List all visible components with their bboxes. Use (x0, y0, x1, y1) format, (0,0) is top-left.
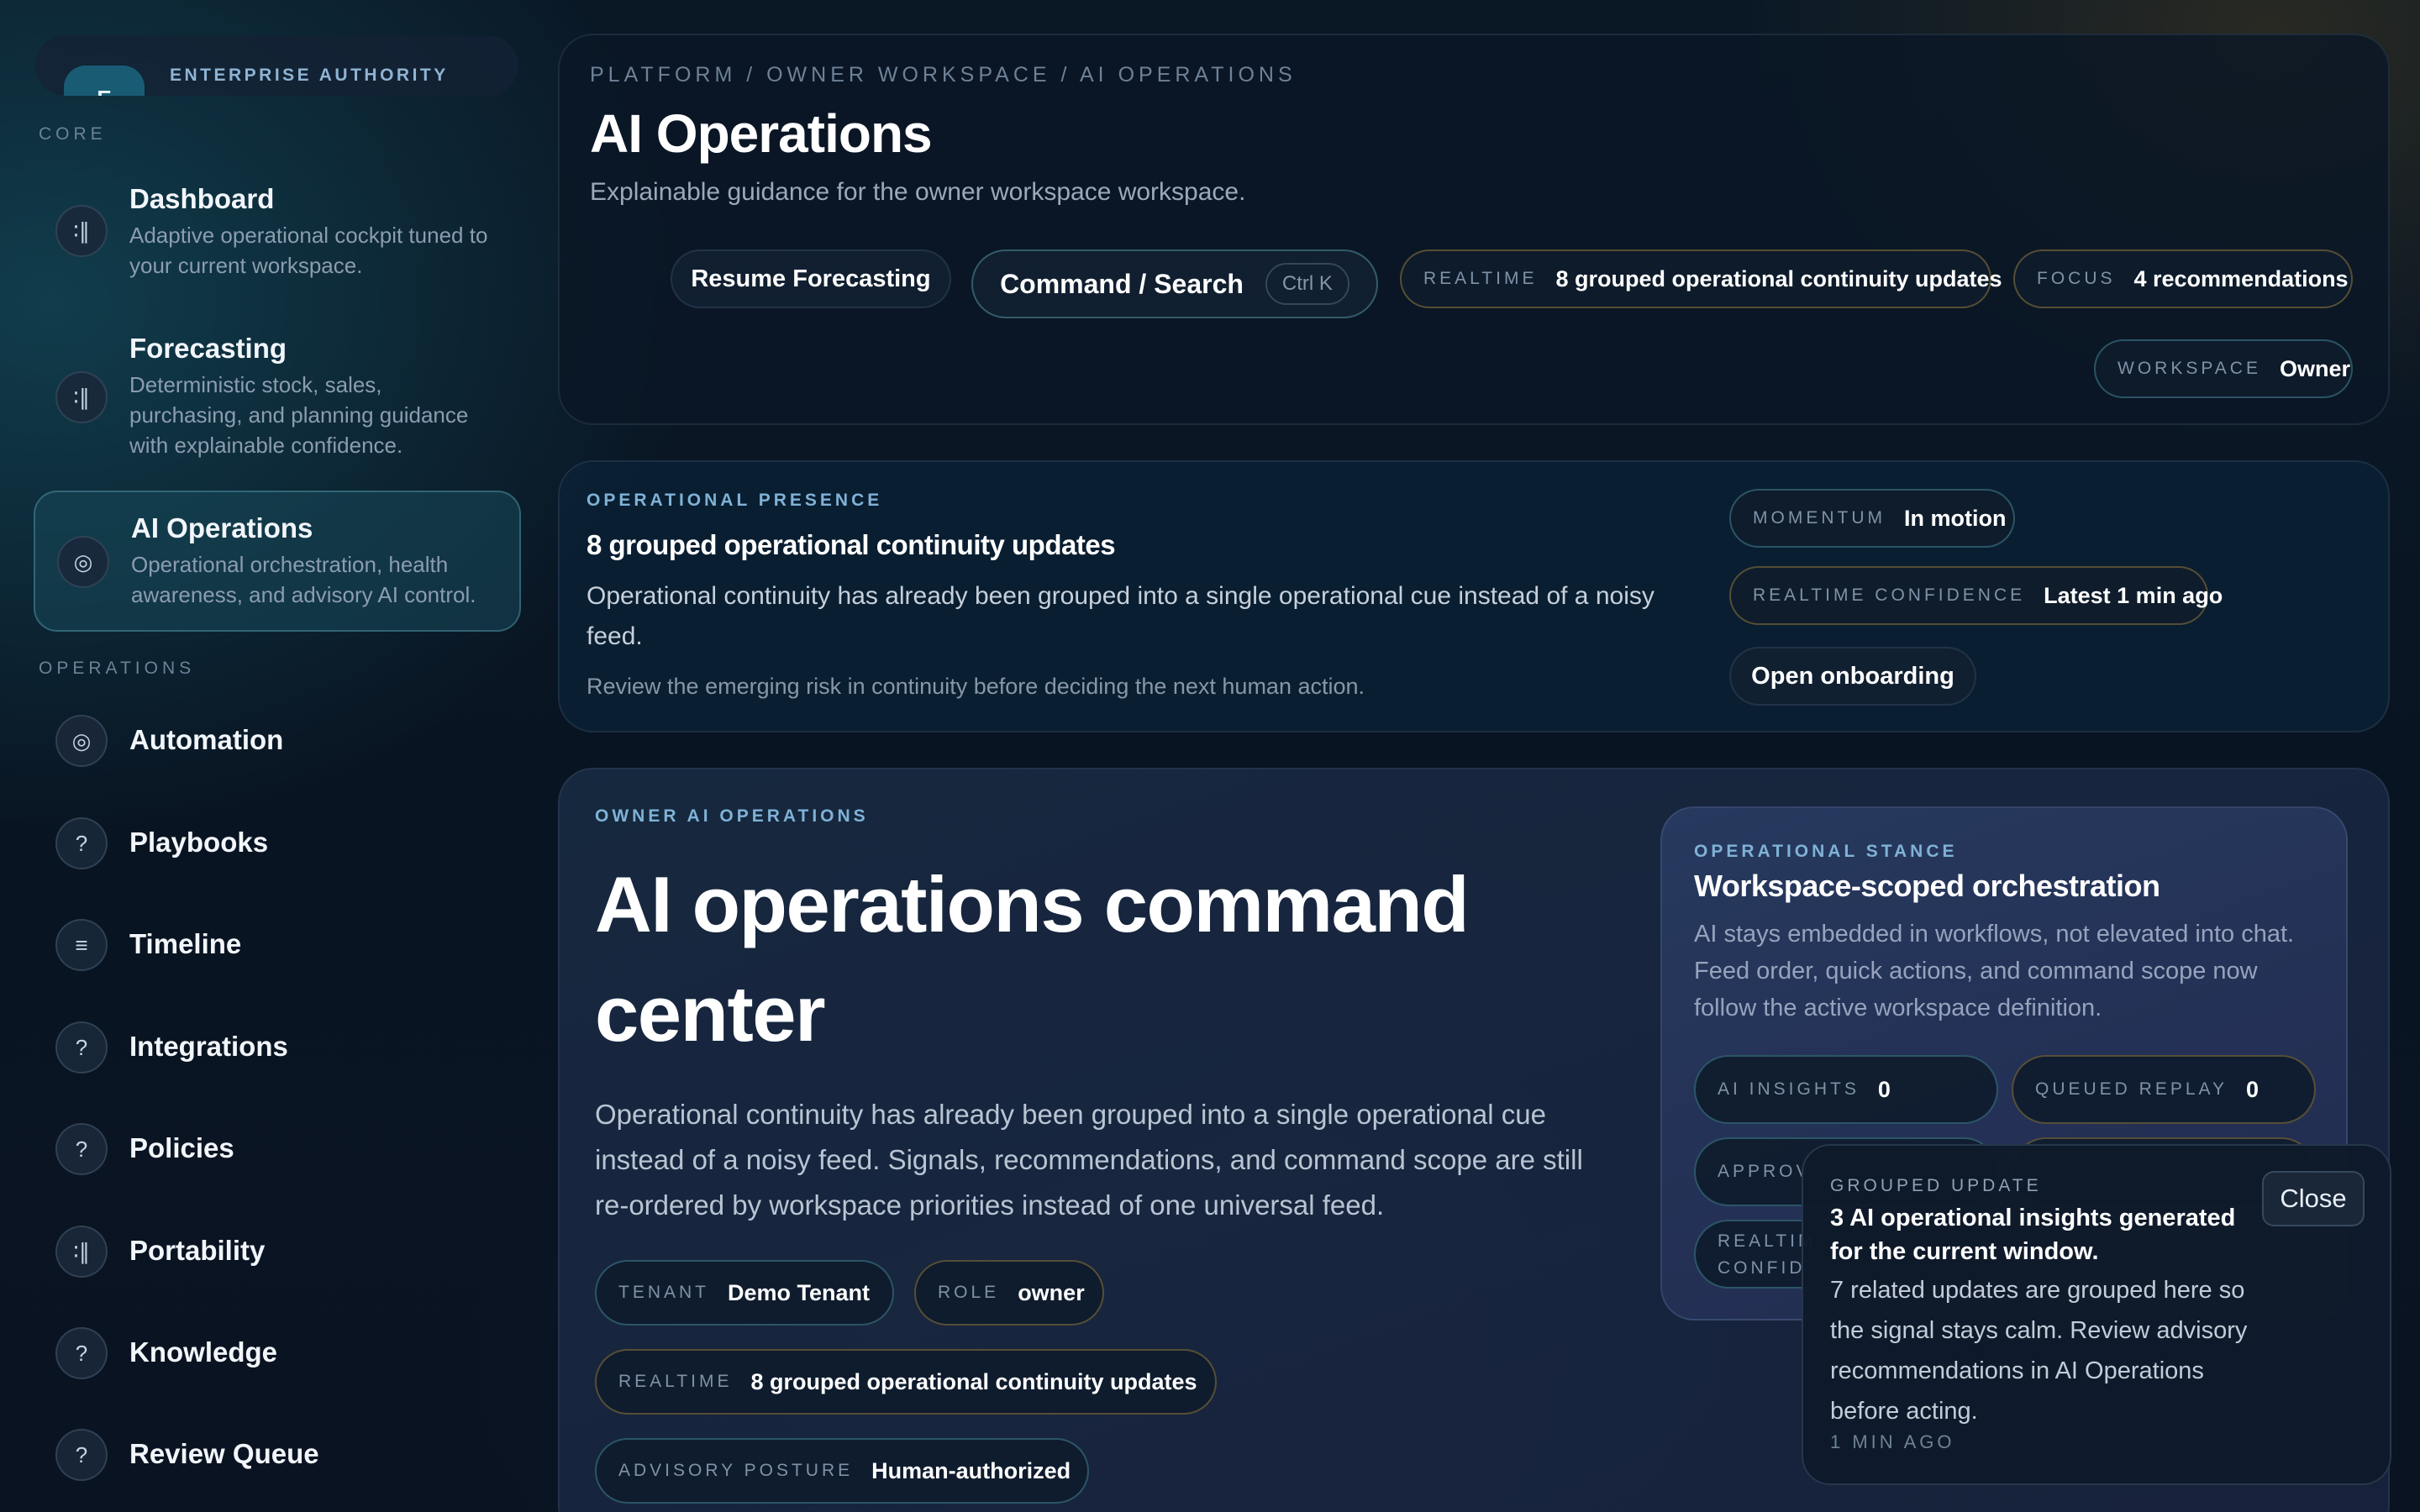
orbit-icon: ◎ (55, 715, 108, 767)
shortcut-badge: Ctrl K (1265, 263, 1349, 305)
sidebar-item-title: Playbooks (129, 827, 269, 858)
stance-body: AI stays embedded in workflows, not elev… (1694, 921, 2295, 1021)
realtime-pill: REALTIME 8 grouped operational continuit… (595, 1349, 1217, 1415)
page-title: AI Operations (590, 103, 933, 164)
pill-value: In motion (1903, 505, 2007, 531)
toast-body: 7 related updates are grouped here so th… (1830, 1277, 2248, 1425)
workspace-pill[interactable]: WORKSPACE Owner (2094, 339, 2353, 398)
sidebar-item-knowledge[interactable]: ? Knowledge (34, 1318, 521, 1389)
pill-value: Demo Tenant (728, 1279, 871, 1305)
sidebar-item-title: Knowledge (129, 1336, 278, 1368)
focus-pill: FOCUS 4 recommendations (2013, 249, 2353, 308)
bar-chart-icon: ∶∥ (55, 205, 108, 257)
sidebar-item-timeline[interactable]: ≡ Timeline (34, 910, 521, 980)
pill-key: WORKSPACE (2118, 359, 2261, 378)
pill-key: TENANT (618, 1283, 709, 1302)
stance-eyebrow: OPERATIONAL STANCE (1694, 842, 1958, 861)
resume-forecasting-button[interactable]: Resume Forecasting (671, 249, 951, 308)
sidebar-item-title: Portability (129, 1235, 266, 1266)
toast-eyebrow: GROUPED UPDATE (1830, 1176, 2042, 1195)
pill-key: REALTIME (618, 1372, 733, 1391)
pill-value: 0 (2246, 1076, 2260, 1102)
breadcrumb: PLATFORM / OWNER WORKSPACE / AI OPERATIO… (590, 63, 1297, 87)
tenant-pill: TENANT Demo Tenant (595, 1260, 894, 1326)
pill-key: ADVISORY POSTURE (618, 1461, 854, 1480)
sidebar-item-portability[interactable]: ∶∥ Portability (34, 1216, 521, 1287)
pill-value: Human-authorized (871, 1457, 1071, 1483)
sidebar: E ENTERPRISE AUTHORITY CORE ∶∥ Dashboard… (0, 0, 529, 1512)
section-label-operations: OPERATIONS (39, 659, 196, 678)
sidebar-item-title: AI Operations (131, 512, 313, 543)
sidebar-item-title: Integrations (129, 1031, 288, 1062)
help-circle-icon: ? (55, 1123, 108, 1175)
pill-key: APPROV (1718, 1162, 1812, 1181)
pill-value: 8 grouped operational continuity updates (750, 1368, 1197, 1394)
toast-timestamp: 1 MIN AGO (1830, 1431, 1955, 1452)
stance-title: Workspace-scoped orchestration (1694, 869, 2160, 903)
bar-chart-icon: ∶∥ (55, 1226, 108, 1278)
orbit-icon: ◎ (57, 536, 109, 588)
pill-value: Latest 1 min ago (2044, 582, 2223, 608)
sidebar-item-title: Review Queue (129, 1438, 319, 1469)
presence-body: Operational continuity has already been … (587, 582, 1655, 650)
sidebar-item-forecasting[interactable]: ∶∥ Forecasting Deterministic stock, sale… (34, 316, 521, 467)
command-center-body: Operational continuity has already been … (595, 1099, 1583, 1221)
sidebar-item-review-queue[interactable]: ? Review Queue (34, 1420, 521, 1490)
brand-logo: E (64, 66, 145, 96)
help-circle-icon: ? (55, 1327, 108, 1379)
pill-key: AI INSIGHTS (1718, 1079, 1860, 1099)
sidebar-item-ai-operations[interactable]: ◎ AI Operations Operational orchestratio… (34, 491, 521, 632)
sidebar-item-dashboard[interactable]: ∶∥ Dashboard Adaptive operational cockpi… (34, 165, 521, 291)
brand-label: ENTERPRISE AUTHORITY (170, 66, 449, 85)
pill-value: 8 grouped operational continuity updates (1555, 265, 2002, 291)
sidebar-item-policies[interactable]: ? Policies (34, 1114, 521, 1184)
command-center-title: AI operations command center (595, 860, 1470, 1058)
momentum-pill: MOMENTUM In motion (1729, 489, 2015, 548)
toast-title: 3 AI operational insights generated for … (1830, 1205, 2236, 1265)
section-label-core: CORE (39, 124, 107, 144)
pill-value: owner (1018, 1279, 1085, 1305)
pill-key: REALTIME CONFIDENCE (1753, 585, 2026, 605)
presence-title: 8 grouped operational continuity updates (587, 529, 1116, 560)
realtime-status-pill: REALTIME 8 grouped operational continuit… (1400, 249, 2002, 308)
pill-value: 4 recommendations (2133, 265, 2349, 291)
help-circle-icon: ? (55, 1429, 108, 1481)
advisory-posture-pill: ADVISORY POSTURE Human-authorized (595, 1438, 1089, 1504)
sidebar-item-integrations[interactable]: ? Integrations (34, 1012, 521, 1083)
ai-insights-pill: AI INSIGHTS 0 (1694, 1055, 1998, 1124)
list-icon: ≡ (55, 919, 108, 971)
command-search-label: Command / Search (1000, 268, 1244, 299)
role-pill: ROLE owner (914, 1260, 1104, 1326)
pill-key: ROLE (938, 1283, 1000, 1302)
pill-key: MOMENTUM (1753, 508, 1886, 528)
presence-eyebrow: OPERATIONAL PRESENCE (587, 491, 883, 510)
queued-replay-pill: QUEUED REPLAY 0 (2012, 1055, 2316, 1124)
realtime-confidence-pill: REALTIME CONFIDENCE Latest 1 min ago (1729, 566, 2223, 625)
page-subtitle: Explainable guidance for the owner works… (590, 178, 1246, 206)
pill-value: 0 (1877, 1076, 1891, 1102)
pill-key: QUEUED REPLAY (2035, 1079, 2228, 1099)
sidebar-item-title: Timeline (129, 928, 242, 959)
sidebar-item-title: Policies (129, 1132, 234, 1163)
brand-header[interactable]: E ENTERPRISE AUTHORITY (35, 35, 518, 96)
sidebar-item-playbooks[interactable]: ? Playbooks (34, 808, 521, 879)
sidebar-item-title: Dashboard (129, 183, 275, 214)
command-center-eyebrow: OWNER AI OPERATIONS (595, 806, 869, 826)
pill-value: Owner (2279, 355, 2350, 381)
sidebar-item-desc: Operational orchestration, health awaren… (131, 552, 476, 607)
help-circle-icon: ? (55, 817, 108, 869)
bar-chart-icon: ∶∥ (55, 371, 108, 423)
sidebar-item-title: Forecasting (129, 333, 287, 364)
presence-note: Review the emerging risk in continuity b… (587, 674, 1365, 699)
pill-key: FOCUS (2037, 269, 2116, 288)
open-onboarding-button[interactable]: Open onboarding (1729, 647, 1976, 706)
pill-key: REALTIME (1423, 269, 1538, 288)
sidebar-item-desc: Adaptive operational cockpit tuned to yo… (129, 223, 488, 278)
sidebar-item-title: Automation (129, 724, 284, 755)
help-circle-icon: ? (55, 1021, 108, 1074)
close-button[interactable]: Close (2262, 1171, 2365, 1226)
sidebar-item-automation[interactable]: ◎ Automation (34, 706, 521, 776)
command-search-button[interactable]: Command / Search Ctrl K (971, 249, 1378, 318)
sidebar-item-desc: Deterministic stock, sales, purchasing, … (129, 372, 469, 458)
